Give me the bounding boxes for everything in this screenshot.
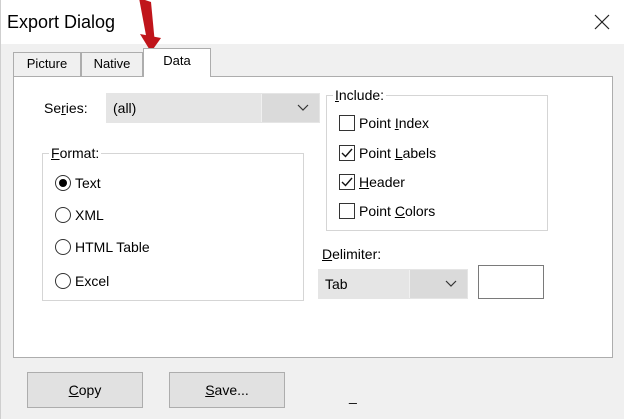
checkbox-point-labels-label: Point Labels xyxy=(359,145,437,161)
chevron-down-icon xyxy=(297,104,309,111)
delimiter-dropdown[interactable]: Tab xyxy=(318,269,468,299)
radio-text-label: Text xyxy=(75,175,101,191)
tab-native-label: Native xyxy=(93,56,131,71)
radio-html-table[interactable] xyxy=(55,239,71,255)
checkmark-icon xyxy=(341,148,353,158)
checkbox-point-colors[interactable] xyxy=(339,203,355,219)
tab-data[interactable]: Data xyxy=(143,48,211,77)
include-group-title: Include: xyxy=(333,86,387,104)
tab-data-label: Data xyxy=(163,53,191,68)
window-title: Export Dialog xyxy=(7,12,116,32)
radio-excel-label: Excel xyxy=(75,273,110,289)
delimiter-value: Tab xyxy=(325,276,348,292)
checkbox-header[interactable] xyxy=(339,174,355,190)
checkbox-point-index-label: Point Index xyxy=(359,115,430,131)
save-button[interactable]: Save... xyxy=(169,372,285,408)
status-mark: _ xyxy=(349,388,357,404)
radio-xml[interactable] xyxy=(55,207,71,223)
series-dropdown[interactable]: (all) xyxy=(106,93,320,123)
tab-picture[interactable]: Picture xyxy=(13,52,81,76)
checkbox-point-labels[interactable] xyxy=(339,145,355,161)
close-icon xyxy=(594,14,610,30)
format-group: Format: Text XML HTML Table Excel xyxy=(42,144,304,301)
data-tab-panel: Series: (all) Format: Text XML HTML Tabl… xyxy=(13,76,613,358)
format-group-title: Format: xyxy=(49,144,102,162)
series-dropdown-button[interactable] xyxy=(261,94,319,122)
chevron-down-icon xyxy=(445,280,457,287)
custom-delimiter-input[interactable] xyxy=(478,265,544,299)
checkbox-point-colors-label: Point Colors xyxy=(359,203,436,219)
delimiter-label: Delimiter: xyxy=(322,246,382,262)
radio-xml-label: XML xyxy=(75,207,104,223)
radio-text[interactable] xyxy=(55,175,71,191)
copy-button[interactable]: Copy xyxy=(27,372,143,408)
radio-excel[interactable] xyxy=(55,273,71,289)
series-value: (all) xyxy=(113,100,137,116)
checkbox-point-index[interactable] xyxy=(339,115,355,131)
checkmark-icon xyxy=(341,177,353,187)
close-button[interactable] xyxy=(585,6,619,38)
tab-native[interactable]: Native xyxy=(81,52,143,76)
tab-picture-label: Picture xyxy=(26,56,68,71)
checkbox-header-label: Header xyxy=(359,174,405,190)
series-label: Series: xyxy=(44,100,88,116)
include-group: Include: Point Index Point Labels Header… xyxy=(326,86,548,231)
title-bar: Export Dialog xyxy=(1,0,624,44)
export-dialog-window: Export Dialog Picture Native Data Series… xyxy=(0,0,624,419)
delimiter-dropdown-button[interactable] xyxy=(409,270,467,298)
radio-html-table-label: HTML Table xyxy=(75,239,150,255)
